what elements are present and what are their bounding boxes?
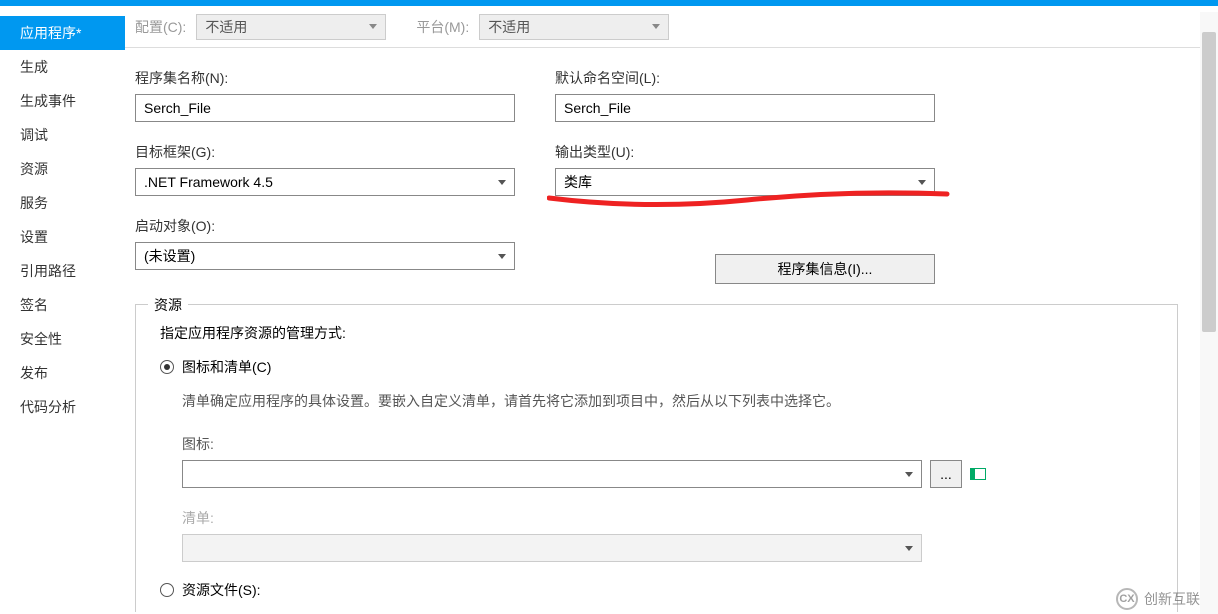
vertical-scrollbar[interactable]	[1200, 12, 1218, 614]
target-framework-label: 目标框架(G):	[135, 142, 515, 162]
config-value: 不适用	[205, 17, 247, 37]
sidebar-item-application[interactable]: 应用程序*	[0, 16, 125, 50]
assembly-info-button[interactable]: 程序集信息(I)...	[715, 254, 935, 284]
sidebar-item-settings[interactable]: 设置	[0, 220, 125, 254]
chevron-down-icon	[918, 180, 926, 185]
target-framework-select[interactable]: .NET Framework 4.5	[135, 168, 515, 196]
chevron-down-icon	[498, 180, 506, 185]
sidebar-item-services[interactable]: 服务	[0, 186, 125, 220]
watermark: CX 创新互联	[1116, 588, 1200, 610]
icon-manifest-desc: 清单确定应用程序的具体设置。要嵌入自定义清单，请首先将它添加到项目中，然后从以下…	[182, 389, 1153, 414]
default-namespace-input[interactable]	[555, 94, 935, 122]
sidebar-item-build[interactable]: 生成	[0, 50, 125, 84]
sidebar-item-code-analysis[interactable]: 代码分析	[0, 390, 125, 424]
resources-group-desc: 指定应用程序资源的管理方式:	[160, 323, 1153, 343]
resource-file-label: 资源文件(S):	[182, 580, 261, 600]
content-area: 程序集名称(N): 默认命名空间(L): 目标框架(G): .NET Frame…	[125, 48, 1218, 612]
platform-select: 不适用	[479, 14, 669, 40]
resources-group: 资源 指定应用程序资源的管理方式: 图标和清单(C) 清单确定应用程序的具体设置…	[135, 304, 1178, 612]
icon-preview-icon	[970, 468, 986, 480]
sidebar-item-resources[interactable]: 资源	[0, 152, 125, 186]
icon-browse-button[interactable]: ...	[930, 460, 962, 488]
sidebar-item-build-events[interactable]: 生成事件	[0, 84, 125, 118]
sidebar-item-debug[interactable]: 调试	[0, 118, 125, 152]
chevron-down-icon	[369, 24, 377, 29]
platform-label: 平台(M):	[416, 17, 469, 37]
sidebar: 应用程序* 生成 生成事件 调试 资源 服务 设置 引用路径 签名 安全性 发布…	[0, 6, 125, 614]
chevron-down-icon	[652, 24, 660, 29]
watermark-logo-icon: CX	[1116, 588, 1138, 610]
sidebar-item-security[interactable]: 安全性	[0, 322, 125, 356]
manifest-label: 清单:	[182, 508, 1153, 528]
resource-file-radio[interactable]	[160, 583, 174, 597]
target-framework-value: .NET Framework 4.5	[144, 174, 273, 190]
resources-group-title: 资源	[148, 295, 188, 315]
default-namespace-label: 默认命名空间(L):	[555, 68, 935, 88]
assembly-name-input[interactable]	[135, 94, 515, 122]
top-bar: 配置(C): 不适用 平台(M): 不适用	[125, 6, 1218, 48]
output-type-select[interactable]: 类库	[555, 168, 935, 196]
assembly-name-label: 程序集名称(N):	[135, 68, 515, 88]
startup-object-select[interactable]: (未设置)	[135, 242, 515, 270]
startup-object-label: 启动对象(O):	[135, 216, 515, 236]
scrollbar-thumb[interactable]	[1202, 32, 1216, 332]
output-type-label: 输出类型(U):	[555, 142, 935, 162]
icon-label: 图标:	[182, 434, 1153, 454]
sidebar-item-reference-paths[interactable]: 引用路径	[0, 254, 125, 288]
icon-select[interactable]	[182, 460, 922, 488]
config-label: 配置(C):	[135, 17, 186, 37]
icon-manifest-label: 图标和清单(C)	[182, 357, 271, 377]
chevron-down-icon	[905, 472, 913, 477]
chevron-down-icon	[905, 546, 913, 551]
output-type-value: 类库	[564, 172, 592, 192]
sidebar-item-signing[interactable]: 签名	[0, 288, 125, 322]
sidebar-item-publish[interactable]: 发布	[0, 356, 125, 390]
manifest-select	[182, 534, 922, 562]
icon-manifest-radio[interactable]	[160, 360, 174, 374]
watermark-text: 创新互联	[1144, 589, 1200, 609]
config-select: 不适用	[196, 14, 386, 40]
platform-value: 不适用	[488, 17, 530, 37]
startup-object-value: (未设置)	[144, 246, 195, 266]
chevron-down-icon	[498, 254, 506, 259]
